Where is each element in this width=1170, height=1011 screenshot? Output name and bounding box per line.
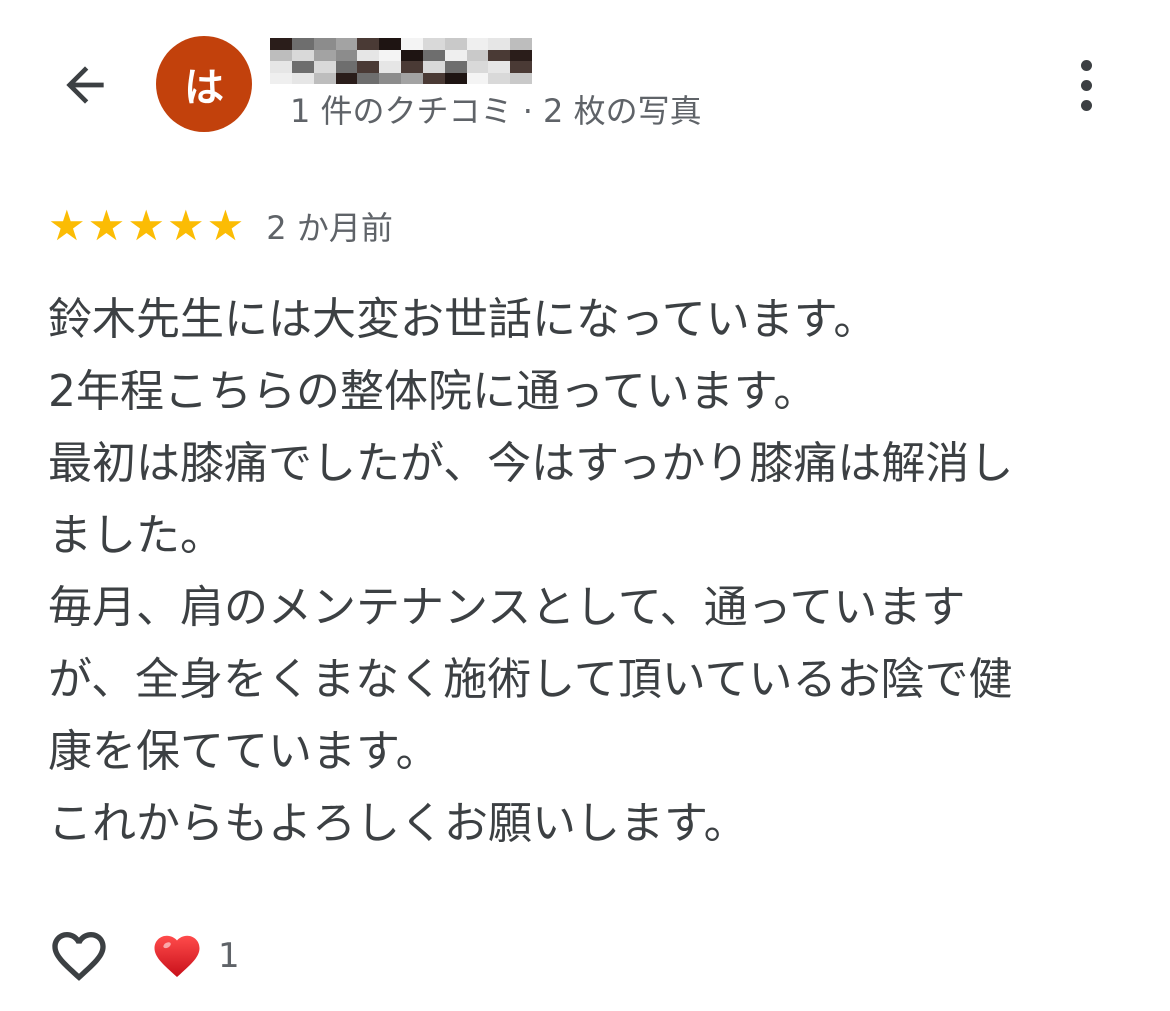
review-text: 鈴木先生には大変お世話になっています。 2年程こちらの整体院に通っています。 最… (48, 284, 1128, 860)
mosaic-cell (313, 49, 336, 61)
mosaic-cell (401, 38, 423, 50)
mosaic-cell (335, 61, 358, 73)
heart-reaction[interactable]: 1 (150, 929, 240, 983)
mosaic-cell (510, 61, 532, 73)
review-line: これからもよろしくお願いします。 (48, 798, 748, 849)
mosaic-cell (466, 49, 489, 61)
review-line: 康を保てています。 (48, 726, 440, 777)
mosaic-cell (510, 72, 532, 84)
mosaic-cell (379, 72, 401, 84)
mosaic-cell (379, 61, 401, 73)
reviewer-stats: 1 件のクチコミ · 2 枚の写真 (290, 92, 702, 130)
mosaic-cell (335, 72, 358, 84)
review-header: は 1 件のクチコミ · 2 枚の写真 (0, 0, 1170, 170)
review-line: 2年程こちらの整体院に通っています。 (48, 366, 818, 417)
mosaic-cell (488, 72, 511, 84)
star-icon: ★ (127, 201, 165, 250)
review-line: 最初は膝痛でしたが、今はすっかり膝痛は解消し (48, 438, 1014, 489)
mosaic-cell (466, 61, 489, 73)
review-line: 鈴木先生には大変お世話になっています。 (48, 294, 878, 345)
review-line: が、全身をくまなく施術して頂いているお陰で健 (48, 654, 1013, 705)
review-line: 毎月、肩のメンテナンスとして、通っています (48, 582, 966, 633)
star-icon: ★ (87, 201, 126, 250)
mosaic-cell (422, 61, 445, 73)
mosaic-cell (488, 38, 511, 50)
mosaic-cell (291, 72, 314, 84)
mosaic-cell (270, 49, 292, 61)
like-button[interactable] (44, 921, 114, 991)
mosaic-cell (379, 38, 401, 50)
mosaic-cell (335, 38, 358, 50)
more-vert-icon (1080, 99, 1092, 111)
review-line: ました。 (48, 510, 224, 561)
star-icon: ★ (206, 201, 245, 250)
mosaic-cell (291, 38, 314, 50)
mosaic-cell (401, 49, 423, 61)
more-options-button[interactable] (1064, 52, 1108, 118)
mosaic-cell (422, 49, 445, 61)
mosaic-cell (488, 61, 511, 73)
mosaic-cell (291, 61, 314, 73)
reaction-count: 1 (218, 936, 240, 976)
mosaic-cell (357, 49, 380, 61)
mosaic-cell (357, 61, 380, 73)
review-actions: 1 (44, 918, 240, 994)
mosaic-cell (466, 72, 489, 84)
back-button[interactable] (52, 52, 118, 118)
mosaic-cell (444, 49, 467, 61)
mosaic-cell (422, 38, 445, 50)
avatar[interactable]: は (156, 36, 252, 132)
more-vert-icon (1080, 59, 1092, 71)
mosaic-cell (401, 72, 423, 84)
arrow-back-icon (66, 66, 104, 104)
reviewer-name-pixelated[interactable] (270, 38, 532, 84)
mosaic-cell (444, 38, 467, 50)
mosaic-cell (466, 38, 489, 50)
mosaic-cell (510, 38, 532, 50)
mosaic-cell (335, 49, 358, 61)
mosaic-cell (444, 61, 467, 73)
mosaic-cell (488, 49, 511, 61)
mosaic-cell (270, 38, 292, 50)
more-vert-icon (1080, 79, 1092, 91)
star-icon: ★ (166, 201, 205, 250)
mosaic-cell (379, 49, 401, 61)
red-heart-icon (154, 935, 200, 978)
mosaic-cell (291, 49, 314, 61)
mosaic-cell (444, 72, 467, 84)
review-date: 2 か月前 (266, 209, 393, 247)
mosaic-cell (313, 72, 336, 84)
star-icon: ★ (48, 201, 86, 250)
mosaic-cell (357, 38, 380, 50)
mosaic-cell (313, 61, 336, 73)
rating-row: ★ ★ ★ ★ ★ 2 か月前 (48, 200, 393, 252)
mosaic-cell (401, 61, 423, 73)
mosaic-cell (357, 72, 380, 84)
mosaic-cell (270, 61, 292, 73)
star-rating: ★ ★ ★ ★ ★ (48, 205, 244, 247)
mosaic-cell (270, 72, 292, 84)
heart-outline-icon (52, 932, 106, 981)
mosaic-cell (422, 72, 445, 84)
mosaic-cell (510, 49, 532, 61)
avatar-initial: は (184, 65, 224, 111)
mosaic-cell (313, 38, 336, 50)
